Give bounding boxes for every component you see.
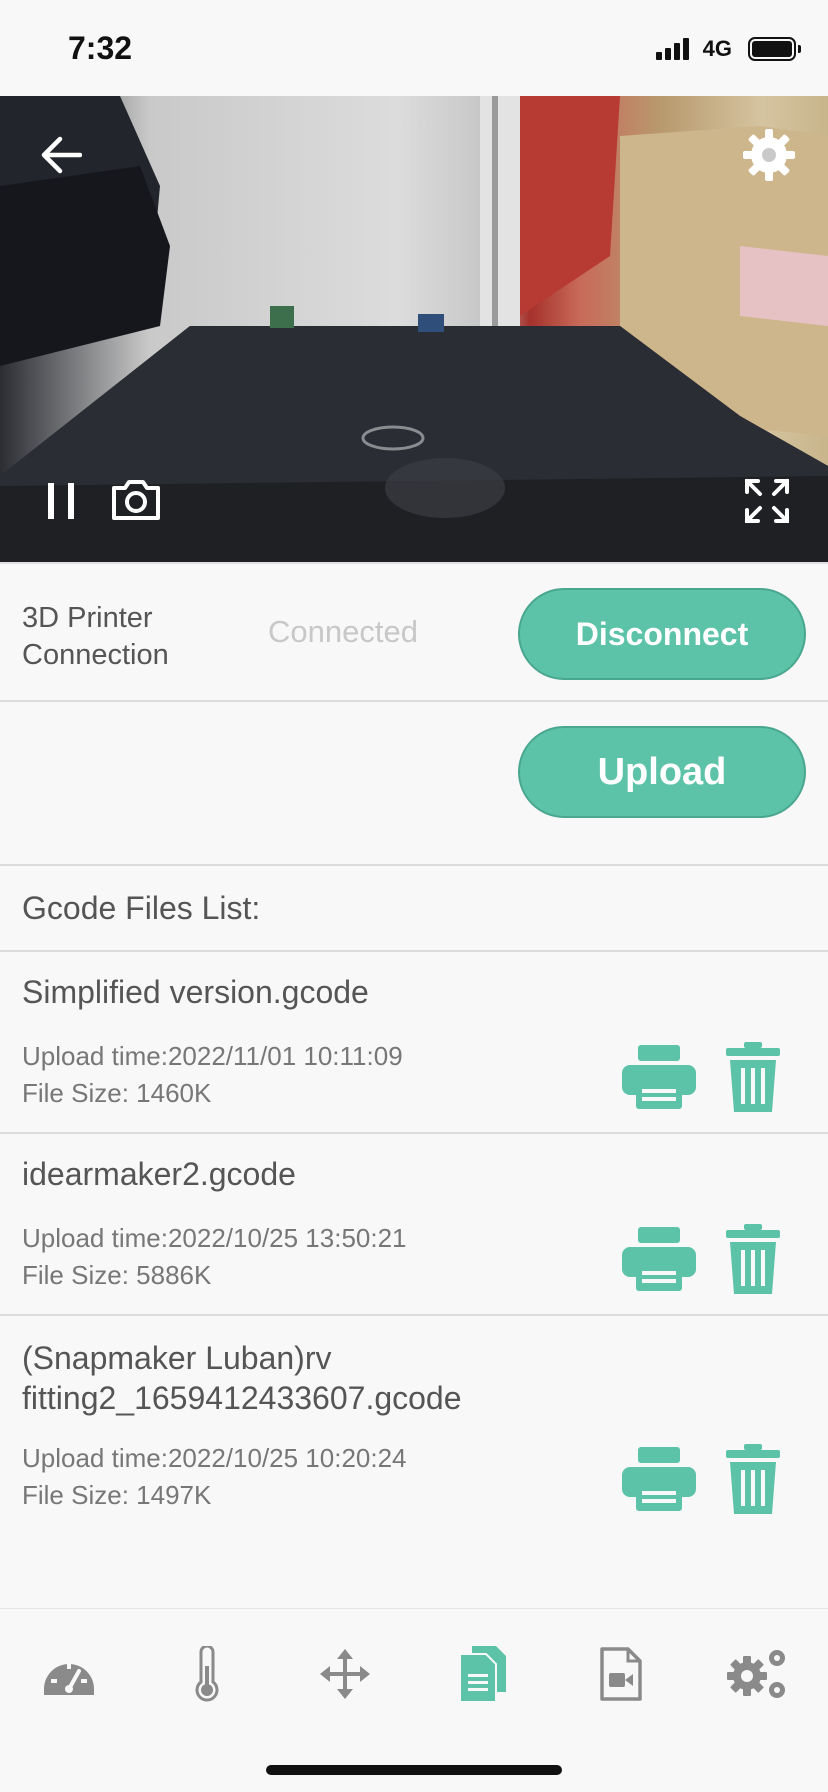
file-meta: Upload time:2022/11/01 10:11:09 File Siz…: [22, 1038, 403, 1112]
gcode-list-header: Gcode Files List:: [0, 866, 828, 952]
settings-gears-icon: [727, 1650, 785, 1698]
connection-status: Connected: [268, 614, 418, 649]
file-size: File Size: 1460K: [22, 1078, 212, 1108]
tab-timelapse[interactable]: [586, 1639, 656, 1709]
tab-move[interactable]: [310, 1639, 380, 1709]
camera-settings-button[interactable]: [738, 124, 800, 186]
gcode-list-title: Gcode Files List:: [22, 890, 261, 926]
list-item[interactable]: (Snapmaker Luban)rv fitting2_16594124336…: [0, 1316, 828, 1538]
pause-icon: [48, 483, 74, 519]
tab-temperature[interactable]: [172, 1639, 242, 1709]
file-size: File Size: 1497K: [22, 1480, 212, 1510]
move-arrows-icon: [320, 1649, 370, 1699]
files-icon: [459, 1646, 506, 1702]
printer-icon: [622, 1447, 696, 1511]
thermometer-icon: [195, 1646, 219, 1702]
file-meta: Upload time:2022/10/25 13:50:21 File Siz…: [22, 1220, 407, 1294]
network-type: 4G: [702, 36, 732, 61]
fullscreen-icon: [745, 479, 789, 523]
battery-icon: [748, 37, 801, 61]
tab-settings[interactable]: [722, 1639, 792, 1709]
camera-feed: [0, 96, 828, 562]
tab-dashboard[interactable]: [34, 1639, 104, 1709]
file-name: Simplified version.gcode: [22, 974, 369, 1010]
trash-icon: [726, 1042, 780, 1112]
file-upload-time: Upload time:2022/10/25 13:50:21: [22, 1223, 407, 1253]
signal-icon: [655, 38, 689, 60]
print-file-button[interactable]: [622, 1227, 696, 1291]
file-size: File Size: 5886K: [22, 1260, 212, 1290]
upload-row: Upload: [0, 702, 828, 866]
tab-files[interactable]: [448, 1639, 518, 1709]
delete-file-button[interactable]: [726, 1224, 780, 1294]
file-upload-time: Upload time:2022/10/25 10:20:24: [22, 1443, 407, 1473]
connection-label: 3D Printer Connection: [22, 602, 169, 671]
home-indicator[interactable]: [266, 1765, 562, 1775]
snapshot-camera-icon: [112, 480, 160, 520]
print-file-button[interactable]: [622, 1447, 696, 1511]
trash-icon: [726, 1444, 780, 1514]
status-indicators: 4G: [655, 36, 801, 62]
printer-icon: [622, 1045, 696, 1109]
file-meta: Upload time:2022/10/25 10:20:24 File Siz…: [22, 1440, 407, 1514]
file-name: idearmaker2.gcode: [22, 1156, 296, 1192]
file-actions: [622, 1224, 780, 1294]
gauge-icon: [44, 1663, 94, 1695]
bottom-tab-bar: [0, 1608, 828, 1792]
snapshot-button[interactable]: [108, 472, 164, 528]
status-time: 7:32: [68, 30, 133, 66]
trash-icon: [726, 1224, 780, 1294]
back-arrow-icon: [41, 136, 82, 174]
list-item[interactable]: idearmaker2.gcode Upload time:2022/10/25…: [0, 1134, 828, 1316]
video-file-icon: [600, 1647, 642, 1701]
print-file-button[interactable]: [622, 1045, 696, 1109]
file-name: (Snapmaker Luban)rv fitting2_16594124336…: [22, 1340, 462, 1416]
delete-file-button[interactable]: [726, 1042, 780, 1112]
delete-file-button[interactable]: [726, 1444, 780, 1514]
pause-button[interactable]: [36, 476, 86, 526]
upload-button[interactable]: Upload: [518, 726, 806, 818]
file-upload-time: Upload time:2022/11/01 10:11:09: [22, 1041, 403, 1071]
list-item[interactable]: Simplified version.gcode Upload time:202…: [0, 952, 828, 1134]
file-actions: [622, 1444, 780, 1514]
settings-gear-icon: [743, 129, 795, 181]
disconnect-button[interactable]: Disconnect: [518, 588, 806, 680]
file-actions: [622, 1042, 780, 1112]
status-bar: 7:32 4G: [0, 0, 828, 96]
back-button[interactable]: [36, 130, 86, 180]
printer-icon: [622, 1227, 696, 1291]
printer-connection-row: 3D Printer Connection Connected Disconne…: [0, 562, 828, 702]
fullscreen-button[interactable]: [740, 474, 794, 528]
